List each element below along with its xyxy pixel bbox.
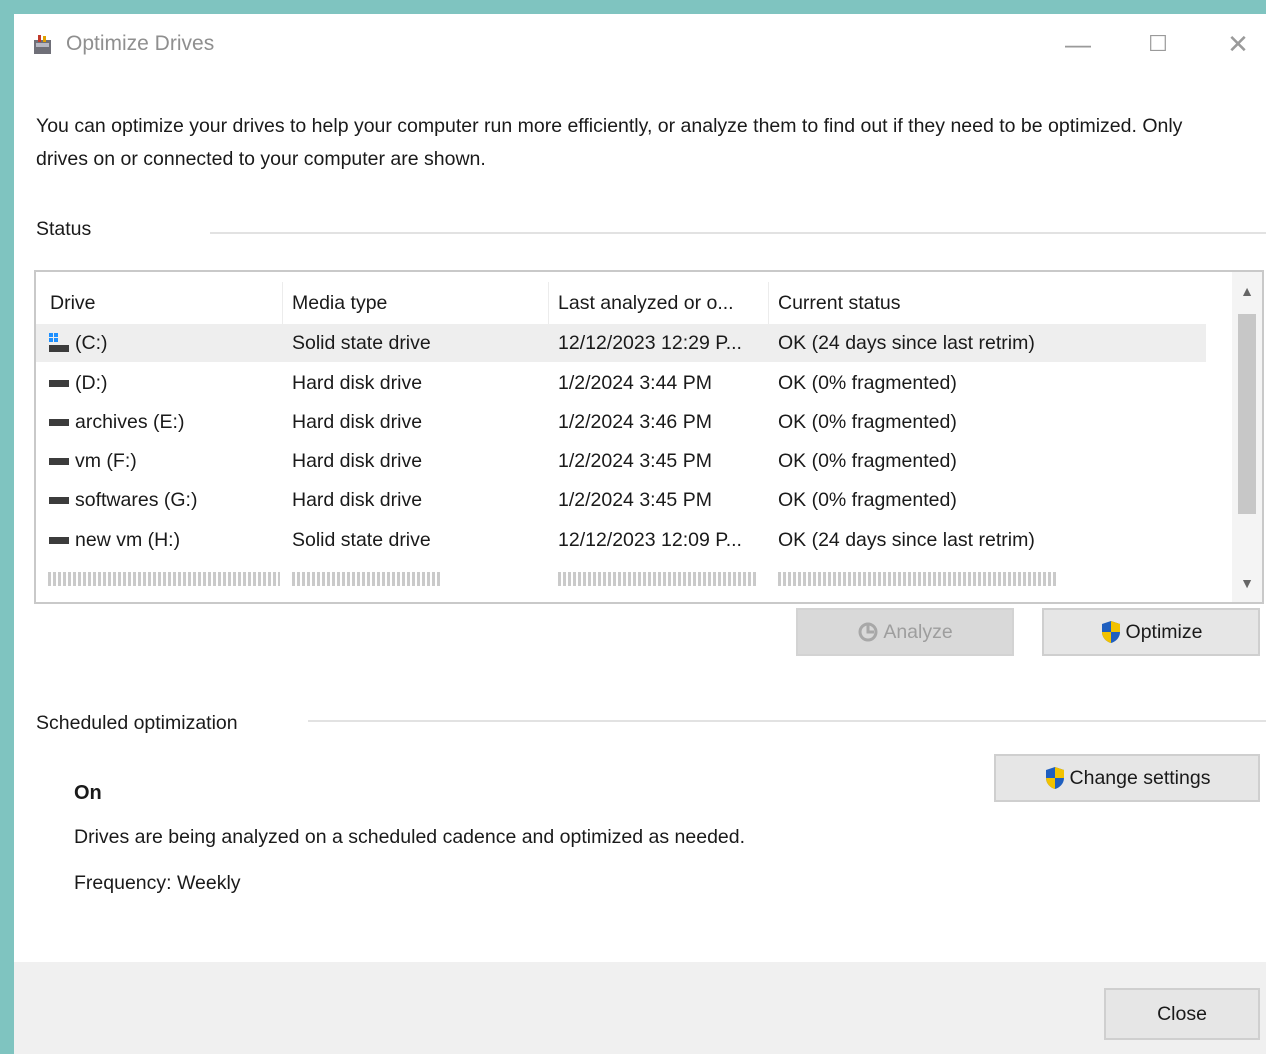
maximize-button[interactable]: ☐	[1130, 22, 1186, 66]
drive-row-d[interactable]: (D:) Hard disk drive 1/2/2024 3:44 PM OK…	[36, 364, 1206, 402]
uac-shield-icon	[1045, 767, 1064, 789]
media-type: Solid state drive	[292, 529, 431, 551]
column-divider[interactable]	[548, 282, 549, 326]
drive-row-e[interactable]: archives (E:) Hard disk drive 1/2/2024 3…	[36, 403, 1206, 441]
optimize-button[interactable]: Optimize	[1042, 608, 1260, 656]
close-window-button[interactable]: ✕	[1210, 22, 1266, 66]
drive-row-f[interactable]: vm (F:) Hard disk drive 1/2/2024 3:45 PM…	[36, 442, 1206, 480]
schedule-frequency: Frequency: Weekly	[74, 872, 241, 894]
cut-off-row-text	[48, 572, 280, 586]
last-analyzed: 1/2/2024 3:45 PM	[558, 450, 712, 472]
last-analyzed: 1/2/2024 3:45 PM	[558, 489, 712, 511]
media-type: Hard disk drive	[292, 450, 423, 472]
change-settings-label: Change settings	[1069, 766, 1211, 789]
minimize-icon: —	[1065, 28, 1091, 59]
drive-icon	[49, 496, 69, 504]
schedule-description: Drives are being analyzed on a scheduled…	[74, 826, 746, 848]
drive-name: new vm (H:)	[75, 529, 181, 551]
drive-name: (D:)	[75, 372, 108, 394]
footer-bar: Close	[14, 962, 1266, 1054]
drive-name: vm (F:)	[75, 450, 137, 472]
current-status: OK (24 days since last retrim)	[778, 332, 1035, 354]
scroll-down-arrow-icon[interactable]: ▼	[1232, 568, 1262, 598]
drive-icon	[49, 418, 69, 426]
analyze-label: Analyze	[883, 620, 953, 643]
optimize-drives-app-icon	[34, 35, 51, 54]
media-type: Hard disk drive	[292, 372, 423, 394]
current-status: OK (0% fragmented)	[778, 411, 957, 433]
scroll-up-arrow-icon[interactable]: ▲	[1232, 276, 1262, 306]
drive-row-g[interactable]: softwares (G:) Hard disk drive 1/2/2024 …	[36, 481, 1206, 519]
current-status: OK (0% fragmented)	[778, 372, 957, 394]
drive-row-partial[interactable]	[36, 560, 1206, 598]
title-bar[interactable]: Optimize Drives — ☐ ✕	[14, 14, 1266, 74]
drive-icon	[49, 379, 69, 387]
drive-icon	[49, 457, 69, 465]
cut-off-row-text	[558, 572, 758, 586]
media-type: Hard disk drive	[292, 411, 423, 433]
drive-row-c[interactable]: (C:) Solid state drive 12/12/2023 12:29 …	[36, 324, 1206, 362]
schedule-state: On	[74, 782, 102, 804]
column-divider[interactable]	[768, 282, 769, 326]
maximize-icon: ☐	[1148, 31, 1168, 56]
drive-name: (C:)	[75, 332, 108, 354]
last-analyzed: 1/2/2024 3:44 PM	[558, 372, 712, 394]
minimize-button[interactable]: —	[1050, 22, 1106, 66]
cut-off-row-text	[292, 572, 442, 586]
drive-name: archives (E:)	[75, 411, 185, 433]
status-group-label: Status	[36, 218, 92, 240]
analyze-icon	[858, 622, 878, 642]
analyze-button[interactable]: Analyze	[796, 608, 1014, 656]
cut-off-row-text	[778, 572, 1058, 586]
drive-row-h[interactable]: new vm (H:) Solid state drive 12/12/2023…	[36, 521, 1206, 559]
last-analyzed: 1/2/2024 3:46 PM	[558, 411, 712, 433]
current-status: OK (0% fragmented)	[778, 489, 957, 511]
system-drive-icon	[49, 332, 69, 352]
drive-name: softwares (G:)	[75, 489, 198, 511]
vertical-scrollbar[interactable]: ▲ ▼	[1232, 272, 1262, 602]
current-status: OK (0% fragmented)	[778, 450, 957, 472]
window-title: Optimize Drives	[66, 32, 215, 55]
column-header-last-analyzed[interactable]: Last analyzed or o...	[558, 286, 734, 320]
column-header-media-type[interactable]: Media type	[292, 286, 387, 320]
drives-list[interactable]: Drive Media type Last analyzed or o... C…	[34, 270, 1264, 604]
optimize-drives-window: Optimize Drives — ☐ ✕ You can optimize y…	[14, 14, 1266, 1054]
status-divider	[210, 232, 1266, 234]
uac-shield-icon	[1101, 621, 1120, 643]
drive-icon	[49, 536, 69, 544]
last-analyzed: 12/12/2023 12:29 P...	[558, 332, 742, 354]
close-icon: ✕	[1227, 28, 1249, 59]
column-header-drive[interactable]: Drive	[50, 286, 96, 320]
column-divider[interactable]	[282, 282, 283, 326]
current-status: OK (24 days since last retrim)	[778, 529, 1035, 551]
change-settings-button[interactable]: Change settings	[994, 754, 1260, 802]
last-analyzed: 12/12/2023 12:09 P...	[558, 529, 742, 551]
close-button[interactable]: Close	[1104, 988, 1260, 1040]
optimize-label: Optimize	[1125, 620, 1203, 643]
media-type: Hard disk drive	[292, 489, 423, 511]
intro-text: You can optimize your drives to help you…	[36, 115, 1183, 170]
scheduled-group-label: Scheduled optimization	[36, 712, 238, 734]
column-header-current-status[interactable]: Current status	[778, 286, 900, 320]
scroll-thumb[interactable]	[1238, 314, 1256, 514]
close-label: Close	[1157, 1002, 1207, 1025]
media-type: Solid state drive	[292, 332, 431, 354]
scheduled-divider	[308, 720, 1266, 722]
